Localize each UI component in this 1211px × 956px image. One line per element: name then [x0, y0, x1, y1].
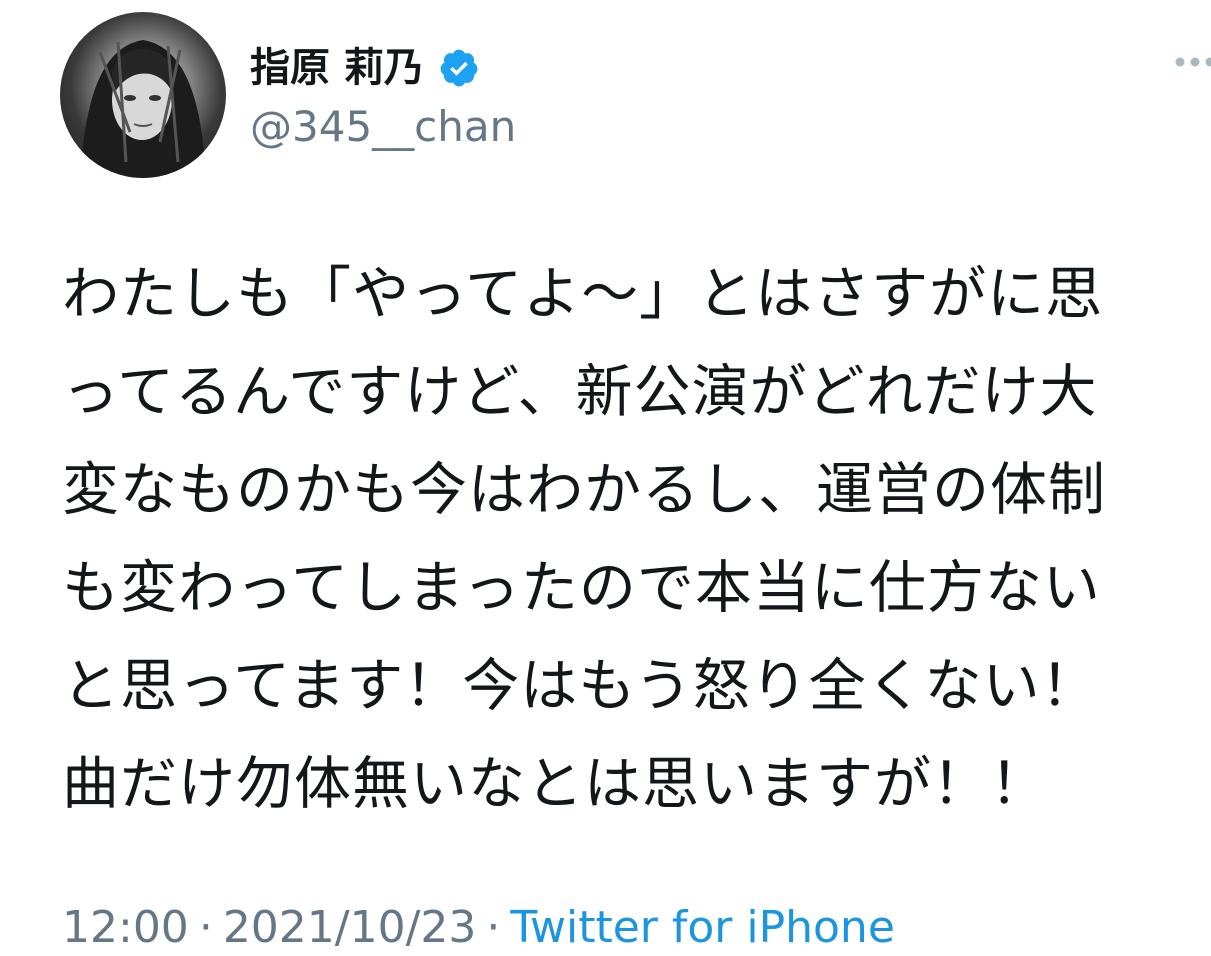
tweet-line: 曲だけ勿体無いなとは思いますが！！	[62, 751, 1048, 817]
author-name-row[interactable]: 指原 莉乃	[250, 42, 480, 94]
tweet-line: も変わってしまったので本当に仕方ない	[62, 555, 1101, 621]
author-handle[interactable]: @345__chan	[250, 100, 516, 154]
avatar[interactable]	[60, 12, 226, 178]
avatar-image	[80, 40, 206, 178]
more-options-icon[interactable]	[1172, 52, 1211, 72]
tweet-line: わたしも「やってよ〜」とはさすがに思	[62, 261, 1104, 327]
display-name[interactable]: 指原 莉乃	[250, 42, 424, 94]
tweet-text: わたしも「やってよ〜」とはさすがに思 ってるんですけど、新公演がどれだけ大 変な…	[62, 262, 1211, 850]
tweet-line: ってるんですけど、新公演がどれだけ大	[62, 359, 1098, 425]
tweet-line: と思ってます！今はもう怒り全くない！	[62, 653, 1099, 719]
tweet-time[interactable]: 12:00	[62, 902, 189, 953]
tweet-source-link[interactable]: Twitter for iPhone	[510, 902, 894, 953]
meta-separator: ·	[198, 902, 213, 953]
meta-separator: ·	[486, 902, 501, 953]
verified-badge-icon	[440, 49, 478, 87]
tweet-date[interactable]: 2021/10/23	[223, 902, 477, 953]
tweet-line: 変なものかも今はわかるし、運営の体制	[62, 457, 1106, 523]
tweet-meta: 12:00 · 2021/10/23 · Twitter for iPhone	[62, 900, 895, 956]
